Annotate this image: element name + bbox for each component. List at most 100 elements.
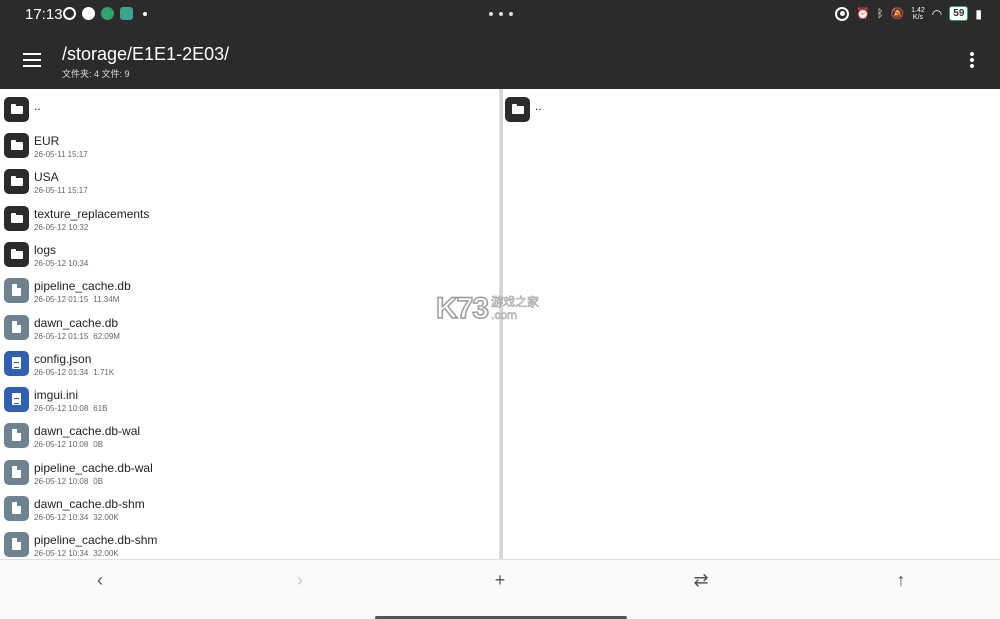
item-meta: 26-05-12 10:08 0B xyxy=(34,440,103,449)
multitask-dots[interactable] xyxy=(489,12,513,16)
item-date: 26-05-12 10:08 xyxy=(34,440,89,450)
more-notifications-dot xyxy=(143,11,147,16)
folder-row[interactable]: logs 26-05-12 10:34 xyxy=(4,240,494,272)
item-size: 32.00K xyxy=(93,513,119,522)
item-name: pipeline_cache.db-shm xyxy=(34,533,158,548)
file-icon xyxy=(4,532,29,558)
up-directory-icon[interactable]: ↑ xyxy=(889,568,913,592)
folder-icon xyxy=(4,205,29,231)
item-name: logs xyxy=(34,242,57,257)
item-size: 11.34M xyxy=(93,295,120,305)
file-row[interactable]: config.json 26-05-12 01:34 1.71K xyxy=(4,349,494,381)
item-meta: 26-05-12 01:15 11.34M xyxy=(34,295,119,304)
item-name: EUR xyxy=(34,134,60,148)
folder-icon xyxy=(4,97,29,122)
item-name: dawn_cache.db-shm xyxy=(34,497,145,511)
item-size: 0B xyxy=(93,476,104,486)
item-size: 62.09M xyxy=(93,331,120,341)
file-row[interactable]: pipeline_cache.db-wal 26-05-12 10:08 0B xyxy=(4,458,494,490)
app-icon-1 xyxy=(63,7,76,20)
left-file-pane[interactable]: .. EUR 26-05-11 15:17 USA 26-05-11 15:17 tex… xyxy=(0,89,500,559)
app-icon-3 xyxy=(101,7,114,20)
file-icon xyxy=(4,459,29,485)
right-file-pane[interactable]: .. xyxy=(503,89,1000,559)
item-size: 0B xyxy=(93,440,104,450)
bottom-toolbar: ‹ › + ⇄ ↑ xyxy=(0,559,1000,619)
charging-icon: ▮ xyxy=(975,6,982,21)
parent-directory-row[interactable]: .. xyxy=(505,95,995,127)
folder-icon xyxy=(4,133,29,158)
folder-icon xyxy=(505,97,530,122)
file-icon xyxy=(4,423,29,449)
current-path: /storage/E1E1-2E03/ xyxy=(62,44,230,64)
bluetooth-icon: ᛒ xyxy=(876,7,884,20)
status-time: 17:13 xyxy=(25,6,63,23)
item-meta: 26-05-12 10:34 32.00K xyxy=(34,513,119,522)
item-meta: 26-05-12 10:34 xyxy=(34,259,88,268)
file-row[interactable]: pipeline_cache.db 26-05-12 01:15 11.34M xyxy=(4,276,494,308)
item-name: dawn_cache.db xyxy=(34,315,119,330)
file-icon xyxy=(4,278,29,304)
app-icon-2 xyxy=(82,7,95,20)
mute-bell-icon: 🔕 xyxy=(890,8,905,20)
app-bar: /storage/E1E1-2E03/ 文件夹: 4 文件: 9 xyxy=(0,30,1000,89)
item-name: dawn_cache.db-wal xyxy=(34,424,141,439)
item-date: 26-05-11 15:17 xyxy=(34,150,88,159)
folder-row[interactable]: USA 26-05-11 15:17 xyxy=(4,167,494,199)
overflow-menu-icon[interactable] xyxy=(968,52,976,68)
item-date: 26-05-11 15:17 xyxy=(34,186,88,196)
item-name: texture_replacements xyxy=(34,206,150,221)
item-size: 61B xyxy=(93,404,108,414)
item-date: 26-05-12 10:34 xyxy=(34,513,89,522)
item-date: 26-05-12 10:34 xyxy=(34,258,89,268)
item-date: 26-05-12 01:15 xyxy=(34,295,89,305)
item-date: 26-05-12 01:34 xyxy=(34,367,89,377)
file-icon xyxy=(4,496,29,521)
item-name: imgui.ini xyxy=(34,388,79,403)
item-date: 26-05-12 10:34 xyxy=(34,549,89,559)
folder-file-counts: 文件夹: 4 文件: 9 xyxy=(62,69,130,79)
item-name: USA xyxy=(34,170,59,185)
wifi-icon: ◠ xyxy=(931,6,943,21)
item-date: 26-05-12 10:32 xyxy=(34,222,89,232)
file-row[interactable]: pipeline_cache.db-shm 26-05-12 10:34 32.00… xyxy=(4,530,494,559)
file-row[interactable]: dawn_cache.db-wal 26-05-12 10:08 0B xyxy=(4,421,494,453)
network-speed: 1.42 K/s xyxy=(911,6,925,21)
item-date: 26-05-12 10:08 xyxy=(34,404,89,414)
item-date: 26-05-12 10:08 xyxy=(34,476,89,486)
item-meta: 26-05-12 10:34 32.00K xyxy=(34,549,119,558)
folder-icon xyxy=(4,241,29,267)
item-name: pipeline_cache.db xyxy=(34,279,131,294)
item-meta: 26-05-11 15:17 xyxy=(34,186,88,195)
file-row[interactable]: dawn_cache.db-shm 26-05-12 10:34 32.00K xyxy=(4,494,494,526)
status-bar: 17:13 ⏰ ᛒ 🔕 1.42 K/s ◠ 59 ▮ xyxy=(0,0,1000,30)
file-row[interactable]: imgui.ini 26-05-12 10:08 61B xyxy=(4,385,494,417)
swap-panes-icon[interactable]: ⇄ xyxy=(689,568,713,592)
item-name: pipeline_cache.db-wal xyxy=(34,460,153,475)
folder-row[interactable]: texture_replacements 26-05-12 10:32 xyxy=(4,204,494,236)
item-size: 32.00K xyxy=(93,549,119,559)
add-icon[interactable]: + xyxy=(488,568,512,592)
file-icon xyxy=(4,314,29,340)
alarm-icon: ⏰ xyxy=(856,8,870,20)
item-meta: 26-05-12 10:32 xyxy=(34,223,88,232)
record-icon xyxy=(835,6,850,21)
item-meta: 26-05-11 15:17 xyxy=(34,150,88,159)
file-row[interactable]: dawn_cache.db 26-05-12 01:15 62.09M xyxy=(4,313,494,345)
item-name: config.json xyxy=(34,351,92,366)
text-file-icon xyxy=(4,350,29,376)
text-file-icon xyxy=(4,387,29,413)
battery-icon: 59 xyxy=(949,6,969,21)
forward-icon[interactable]: › xyxy=(288,568,312,592)
item-meta: 26-05-12 10:08 0B xyxy=(34,477,103,486)
hamburger-menu-icon[interactable] xyxy=(23,53,41,67)
app-icon-4 xyxy=(120,7,133,20)
item-date: 26-05-12 01:15 xyxy=(34,331,89,341)
folder-row[interactable]: EUR 26-05-11 15:17 xyxy=(4,131,494,163)
back-icon[interactable]: ‹ xyxy=(88,568,112,592)
folder-icon xyxy=(4,169,29,195)
item-size: 1.71K xyxy=(93,367,115,377)
notification-icons xyxy=(63,7,147,20)
item-meta: 26-05-12 01:15 62.09M xyxy=(34,332,120,341)
parent-directory-row[interactable]: .. xyxy=(4,95,494,127)
